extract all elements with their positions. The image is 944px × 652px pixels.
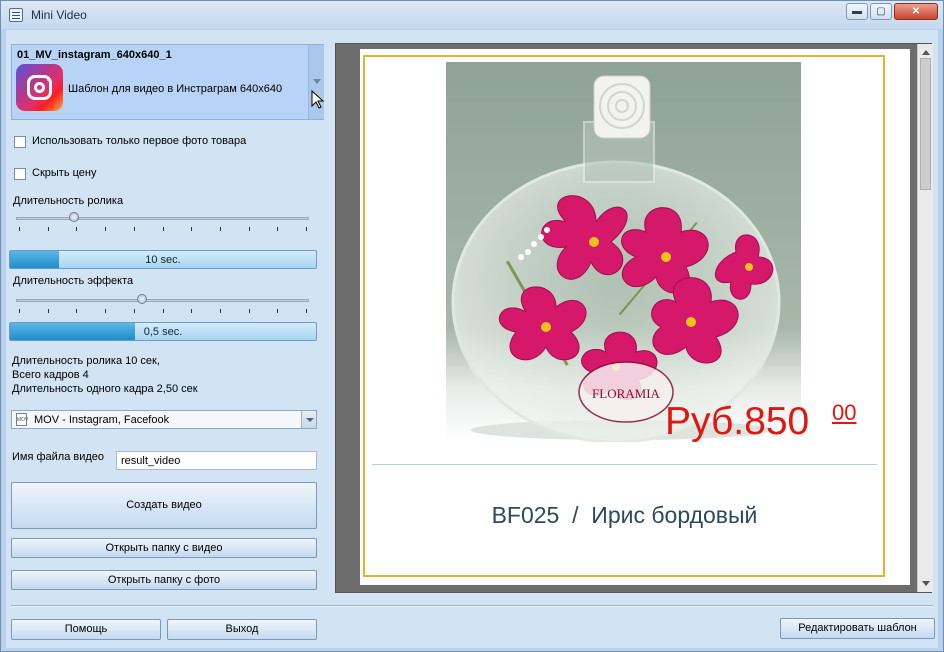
slider-tick xyxy=(249,227,250,231)
filename-label: Имя файла видео xyxy=(12,451,105,463)
hide-price-label: Скрыть цену xyxy=(32,167,97,179)
slider-tick xyxy=(306,309,307,313)
edit-template-label: Редактировать шаблон xyxy=(798,622,917,634)
window-title: Mini Video xyxy=(31,8,87,22)
help-button[interactable]: Помощь xyxy=(11,619,161,640)
create-video-label: Создать видео xyxy=(126,499,202,511)
chevron-down-icon[interactable] xyxy=(301,411,316,428)
chevron-down-icon[interactable] xyxy=(922,581,930,586)
preview-scrollbar[interactable] xyxy=(917,44,933,592)
slider-tick xyxy=(163,309,164,313)
duration-progress: 10 sec. xyxy=(9,250,317,269)
instagram-icon xyxy=(16,64,63,111)
preview-page: FLORAMIA Руб.850 00 BF025 / Ирис бордовы… xyxy=(360,49,910,585)
card-divider xyxy=(372,464,877,465)
first-photo-only-checkbox[interactable] xyxy=(14,136,26,148)
client-area: 01_MV_instagram_640x640_1 Шаблон для вид… xyxy=(6,30,938,648)
video-file-icon: MOV xyxy=(16,413,28,426)
close-button[interactable]: ✕ xyxy=(894,3,938,20)
slider-tick xyxy=(134,227,135,231)
chevron-down-icon xyxy=(313,79,321,84)
chevron-up-icon[interactable] xyxy=(922,50,930,55)
maximize-button[interactable]: ▢ xyxy=(870,3,892,20)
slider-thumb[interactable] xyxy=(137,294,147,304)
bottom-separator xyxy=(11,605,933,606)
app-window: Mini Video ▬ ▢ ✕ 01_MV_instagram_640x640… xyxy=(0,0,944,652)
app-menu-icon[interactable] xyxy=(9,8,23,22)
slider-tick xyxy=(76,227,77,231)
effect-slider[interactable] xyxy=(14,292,311,313)
duration-value: 10 sec. xyxy=(145,254,181,266)
price-main: Руб.850 xyxy=(665,400,810,443)
exit-label: Выход xyxy=(225,623,259,635)
edit-template-button[interactable]: Редактировать шаблон xyxy=(780,618,935,639)
slider-tick xyxy=(249,309,250,313)
summary-duration: Длительность ролика 10 сек, xyxy=(12,355,160,367)
flower-vase-image: FLORAMIA xyxy=(451,75,781,442)
slider-tick xyxy=(19,227,20,231)
slider-tick xyxy=(306,227,307,231)
help-label: Помощь xyxy=(64,623,108,635)
slider-tick xyxy=(76,309,77,313)
open-photo-folder-button[interactable]: Открыть папку с фото xyxy=(11,570,317,590)
minimize-button[interactable]: ▬ xyxy=(846,3,868,20)
slider-tick xyxy=(163,227,164,231)
first-photo-only-label: Использовать только первое фото товара xyxy=(32,135,247,147)
price-cents: 00 xyxy=(832,400,857,425)
duration-label: Длительность ролика xyxy=(13,195,124,207)
exit-button[interactable]: Выход xyxy=(167,619,317,640)
slider-tick xyxy=(191,227,192,231)
scrollbar-thumb[interactable] xyxy=(920,58,931,190)
effect-progress: 0,5 sec. xyxy=(9,322,317,341)
open-video-folder-label: Открыть папку с видео xyxy=(105,542,223,554)
slider-tick xyxy=(277,309,278,313)
open-video-folder-button[interactable]: Открыть папку с видео xyxy=(11,538,317,558)
brand-logo-text: FLORAMIA xyxy=(592,386,661,401)
open-photo-folder-label: Открыть папку с фото xyxy=(107,574,221,586)
slider-track xyxy=(16,299,309,302)
slider-tick xyxy=(220,227,221,231)
slider-tick xyxy=(48,309,49,313)
slider-tick xyxy=(105,227,106,231)
title-bar[interactable]: Mini Video ▬ ▢ ✕ xyxy=(1,1,943,29)
format-selected: MOV - Instagram, Facefook xyxy=(34,414,170,426)
product-card: FLORAMIA Руб.850 00 BF025 / Ирис бордовы… xyxy=(363,55,885,577)
slider-tick xyxy=(277,227,278,231)
product-title: BF025 / Ирис бордовый xyxy=(491,502,758,528)
mouse-cursor-icon xyxy=(311,90,325,109)
effect-label: Длительность эффекта xyxy=(13,275,134,287)
slider-thumb[interactable] xyxy=(69,212,79,222)
template-selector[interactable]: 01_MV_instagram_640x640_1 Шаблон для вид… xyxy=(11,44,324,120)
slider-tick xyxy=(191,309,192,313)
duration-slider[interactable] xyxy=(14,210,311,231)
slider-track xyxy=(16,217,309,220)
slider-tick xyxy=(48,227,49,231)
summary-frame-duration: Длительность одного кадра 2,50 сек xyxy=(12,383,198,395)
hide-price-checkbox[interactable] xyxy=(14,168,26,180)
format-dropdown[interactable]: MOV MOV - Instagram, Facefook xyxy=(11,410,317,429)
summary-frames: Всего кадров 4 xyxy=(12,369,89,381)
effect-value: 0,5 sec. xyxy=(143,326,183,338)
filename-input[interactable] xyxy=(116,451,317,470)
product-photo: FLORAMIA xyxy=(446,62,801,442)
slider-tick xyxy=(19,309,20,313)
slider-tick xyxy=(134,309,135,313)
preview-pane[interactable]: FLORAMIA Руб.850 00 BF025 / Ирис бордовы… xyxy=(335,43,933,593)
create-video-button[interactable]: Создать видео xyxy=(11,482,317,529)
slider-tick xyxy=(220,309,221,313)
slider-tick xyxy=(105,309,106,313)
template-description: Шаблон для видео в Инстраграм 640x640 xyxy=(68,83,283,95)
template-name: 01_MV_instagram_640x640_1 xyxy=(17,49,172,61)
